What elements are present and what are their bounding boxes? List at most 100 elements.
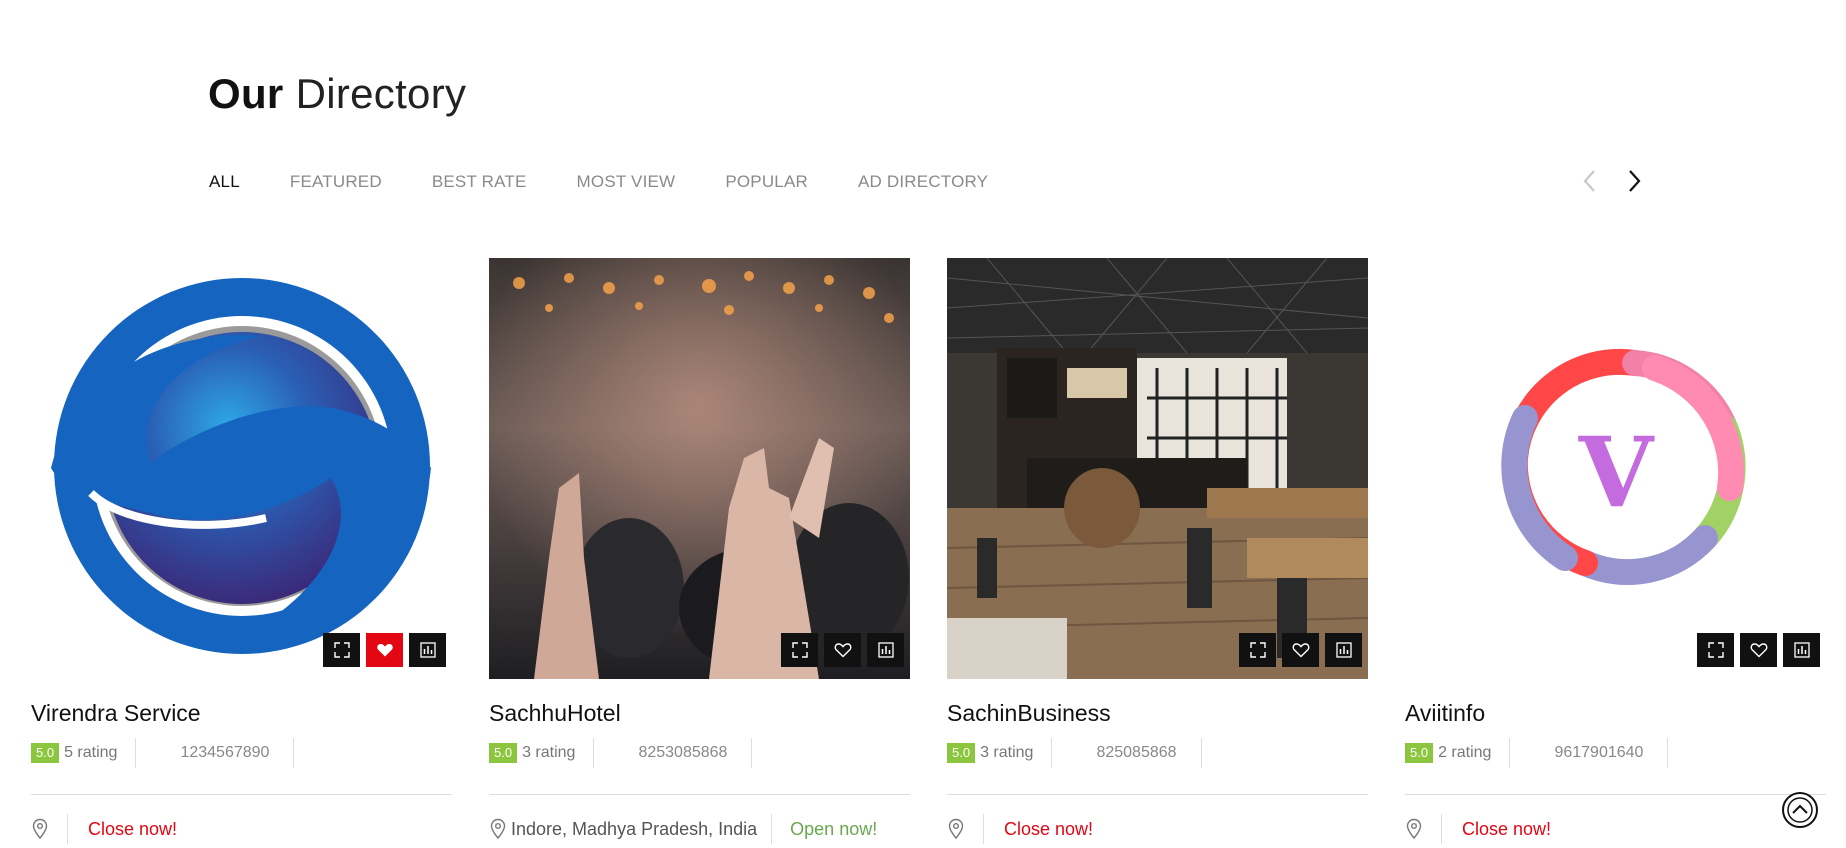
divider bbox=[31, 794, 452, 795]
title-rest: Directory bbox=[295, 70, 467, 117]
divider bbox=[489, 794, 910, 795]
title-bold: Our bbox=[208, 70, 284, 117]
page-title: Our Directory bbox=[208, 70, 466, 118]
divider bbox=[1441, 814, 1442, 844]
heart-outline-icon bbox=[1292, 643, 1309, 658]
chevron-left-icon bbox=[1583, 170, 1595, 192]
card-meta: 5.0 2 rating 9617901640 bbox=[1405, 738, 1826, 768]
card-actions bbox=[781, 633, 904, 667]
rating-count: 2 rating bbox=[1438, 744, 1492, 761]
rating-count: 3 rating bbox=[522, 744, 576, 761]
divider bbox=[1667, 738, 1669, 768]
divider bbox=[67, 814, 68, 844]
card-footer: Close now! bbox=[1405, 814, 1551, 844]
rating-badge: 5.0 bbox=[1405, 743, 1434, 763]
card-image[interactable] bbox=[947, 258, 1368, 679]
divider bbox=[1200, 738, 1202, 768]
blue-s-logo-image bbox=[31, 258, 452, 679]
prev-button[interactable] bbox=[1578, 168, 1602, 194]
card-actions bbox=[1239, 633, 1362, 667]
rating-badge: 5.0 bbox=[947, 743, 976, 763]
stats-button[interactable] bbox=[867, 633, 904, 667]
concert-crowd-image bbox=[489, 258, 910, 679]
tab-best-rate[interactable]: BEST RATE bbox=[432, 172, 527, 192]
tab-ad-directory[interactable]: AD DIRECTORY bbox=[858, 172, 988, 192]
favorite-button[interactable] bbox=[366, 633, 403, 667]
tab-most-view[interactable]: MOST VIEW bbox=[577, 172, 676, 192]
heart-outline-icon bbox=[834, 643, 851, 658]
phone-number: 9617901640 bbox=[1554, 744, 1644, 761]
directory-card[interactable]: Virendra Service 5.0 5 rating 1234567890… bbox=[31, 258, 452, 844]
location-pin-icon bbox=[948, 818, 964, 840]
directory-card[interactable]: V Aviitinfo 5.0 2 rating 9617901640 Clos… bbox=[1405, 258, 1826, 844]
rating-count: 5 rating bbox=[64, 744, 118, 761]
favorite-button[interactable] bbox=[1740, 633, 1777, 667]
card-title[interactable]: Aviitinfo bbox=[1405, 700, 1485, 727]
next-button[interactable] bbox=[1622, 168, 1646, 194]
tab-featured[interactable]: FEATURED bbox=[290, 172, 382, 192]
status-text: Close now! bbox=[88, 818, 178, 839]
card-actions bbox=[1697, 633, 1820, 667]
phone-number: 1234567890 bbox=[180, 744, 270, 761]
filter-tabs: ALL FEATURED BEST RATE MOST VIEW POPULAR… bbox=[209, 172, 1038, 192]
phone-number: 825085868 bbox=[1096, 744, 1177, 761]
card-image[interactable] bbox=[489, 258, 910, 679]
rating-badge: 5.0 bbox=[31, 743, 60, 763]
expand-button[interactable] bbox=[323, 633, 360, 667]
favorite-button[interactable] bbox=[824, 633, 861, 667]
bar-chart-icon bbox=[1335, 642, 1352, 658]
scroll-to-top-button[interactable] bbox=[1780, 790, 1820, 830]
card-meta: 5.0 3 rating 8253085868 bbox=[489, 738, 910, 768]
tab-all[interactable]: ALL bbox=[209, 172, 240, 192]
card-title[interactable]: SachinBusiness bbox=[947, 700, 1111, 727]
bar-chart-icon bbox=[877, 642, 894, 658]
v-logo-image: V bbox=[1405, 258, 1826, 679]
tab-popular[interactable]: POPULAR bbox=[725, 172, 808, 192]
divider bbox=[135, 738, 137, 768]
divider bbox=[751, 738, 753, 768]
card-title[interactable]: SachhuHotel bbox=[489, 700, 621, 727]
status-text: Close now! bbox=[1462, 818, 1552, 839]
directory-cards: Virendra Service 5.0 5 rating 1234567890… bbox=[0, 258, 1846, 848]
stats-button[interactable] bbox=[409, 633, 446, 667]
status-text: Open now! bbox=[790, 818, 878, 839]
divider bbox=[983, 814, 984, 844]
expand-button[interactable] bbox=[781, 633, 818, 667]
card-footer: Close now! bbox=[947, 814, 1093, 844]
location-pin-icon bbox=[32, 818, 48, 840]
stats-button[interactable] bbox=[1325, 633, 1362, 667]
divider bbox=[593, 738, 595, 768]
heart-icon bbox=[376, 644, 393, 657]
divider bbox=[947, 794, 1368, 795]
expand-icon bbox=[1707, 642, 1724, 658]
divider bbox=[1405, 794, 1826, 795]
expand-icon bbox=[1249, 642, 1266, 658]
location-text: Indore, Madhya Pradesh, India bbox=[511, 818, 758, 839]
card-image[interactable] bbox=[31, 258, 452, 679]
expand-icon bbox=[791, 642, 808, 658]
rating-count: 3 rating bbox=[980, 744, 1034, 761]
stats-button[interactable] bbox=[1783, 633, 1820, 667]
card-image[interactable]: V bbox=[1405, 258, 1826, 679]
card-meta: 5.0 5 rating 1234567890 bbox=[31, 738, 452, 768]
heart-outline-icon bbox=[1750, 643, 1767, 658]
favorite-button[interactable] bbox=[1282, 633, 1319, 667]
divider bbox=[293, 738, 295, 768]
location-pin-icon bbox=[1406, 818, 1422, 840]
location-pin-icon bbox=[490, 818, 506, 840]
card-title[interactable]: Virendra Service bbox=[31, 700, 201, 727]
directory-card[interactable]: SachinBusiness 5.0 3 rating 825085868 Cl… bbox=[947, 258, 1368, 844]
card-actions bbox=[323, 633, 446, 667]
divider bbox=[1509, 738, 1511, 768]
svg-text:V: V bbox=[1578, 416, 1655, 529]
expand-icon bbox=[333, 642, 350, 658]
directory-card[interactable]: SachhuHotel 5.0 3 rating 8253085868 Indo… bbox=[489, 258, 910, 844]
bar-chart-icon bbox=[1793, 642, 1810, 658]
chevron-up-circle-icon bbox=[1782, 792, 1818, 828]
cafe-interior-image bbox=[947, 258, 1368, 679]
expand-button[interactable] bbox=[1697, 633, 1734, 667]
chevron-right-icon bbox=[1629, 170, 1641, 192]
expand-button[interactable] bbox=[1239, 633, 1276, 667]
divider bbox=[771, 814, 773, 844]
card-footer: Indore, Madhya Pradesh, India Open now! bbox=[489, 814, 877, 844]
